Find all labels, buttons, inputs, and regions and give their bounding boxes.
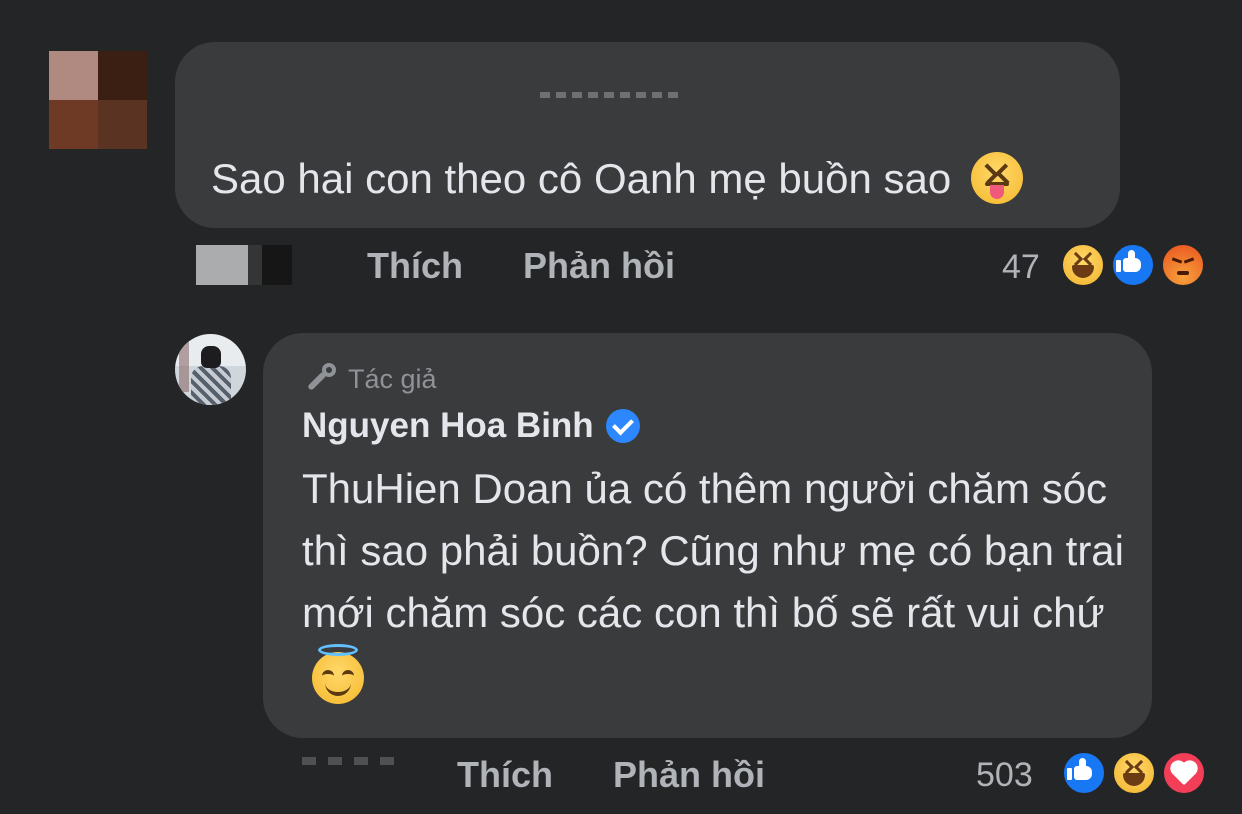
like-reaction-icon[interactable]: [1110, 242, 1156, 288]
comment-body: Sao hai con theo cô Oanh mẹ buồn sao: [211, 155, 952, 202]
censored-timestamp: [196, 245, 292, 285]
author-badge: Tác giả: [302, 360, 437, 398]
love-reaction-icon[interactable]: [1161, 750, 1207, 796]
reply-body: ThuHien Doan ủa có thêm người chăm sóc t…: [302, 465, 1124, 636]
comment-text: Sao hai con theo cô Oanh mẹ buồn sao: [211, 151, 1023, 208]
author-name-row: Nguyen Hoa Binh: [302, 406, 640, 446]
like-button[interactable]: Thích: [367, 245, 463, 287]
censored-name-remnant: [540, 92, 680, 98]
smiling-halo-emoji-icon: [312, 643, 364, 704]
like-button[interactable]: Thích: [457, 754, 553, 796]
censored-timestamp: [302, 757, 398, 765]
author-name-link[interactable]: Nguyen Hoa Binh: [302, 406, 594, 446]
haha-reaction-icon[interactable]: [1060, 242, 1106, 288]
reply-button[interactable]: Phản hồi: [613, 754, 765, 796]
reaction-count[interactable]: 47: [1002, 248, 1040, 287]
reaction-count[interactable]: 503: [976, 756, 1033, 795]
author-badge-label: Tác giả: [348, 363, 437, 394]
censored-commenter-name: [196, 46, 756, 132]
verified-badge-icon: [605, 409, 640, 443]
comment-thread: Sao hai con theo cô Oanh mẹ buồn sao Thí…: [0, 0, 1242, 814]
reply-button[interactable]: Phản hồi: [523, 245, 675, 287]
angry-reaction-icon[interactable]: [1160, 242, 1206, 288]
reply-text: ThuHien Doan ủa có thêm người chăm sóc t…: [302, 458, 1132, 706]
commenter-avatar-censored[interactable]: [49, 51, 147, 149]
like-reaction-icon[interactable]: [1061, 750, 1107, 796]
haha-reaction-icon[interactable]: [1111, 750, 1157, 796]
microphone-icon: [302, 360, 340, 398]
author-avatar[interactable]: [175, 334, 246, 405]
squinting-tongue-emoji-icon: [970, 151, 1023, 204]
